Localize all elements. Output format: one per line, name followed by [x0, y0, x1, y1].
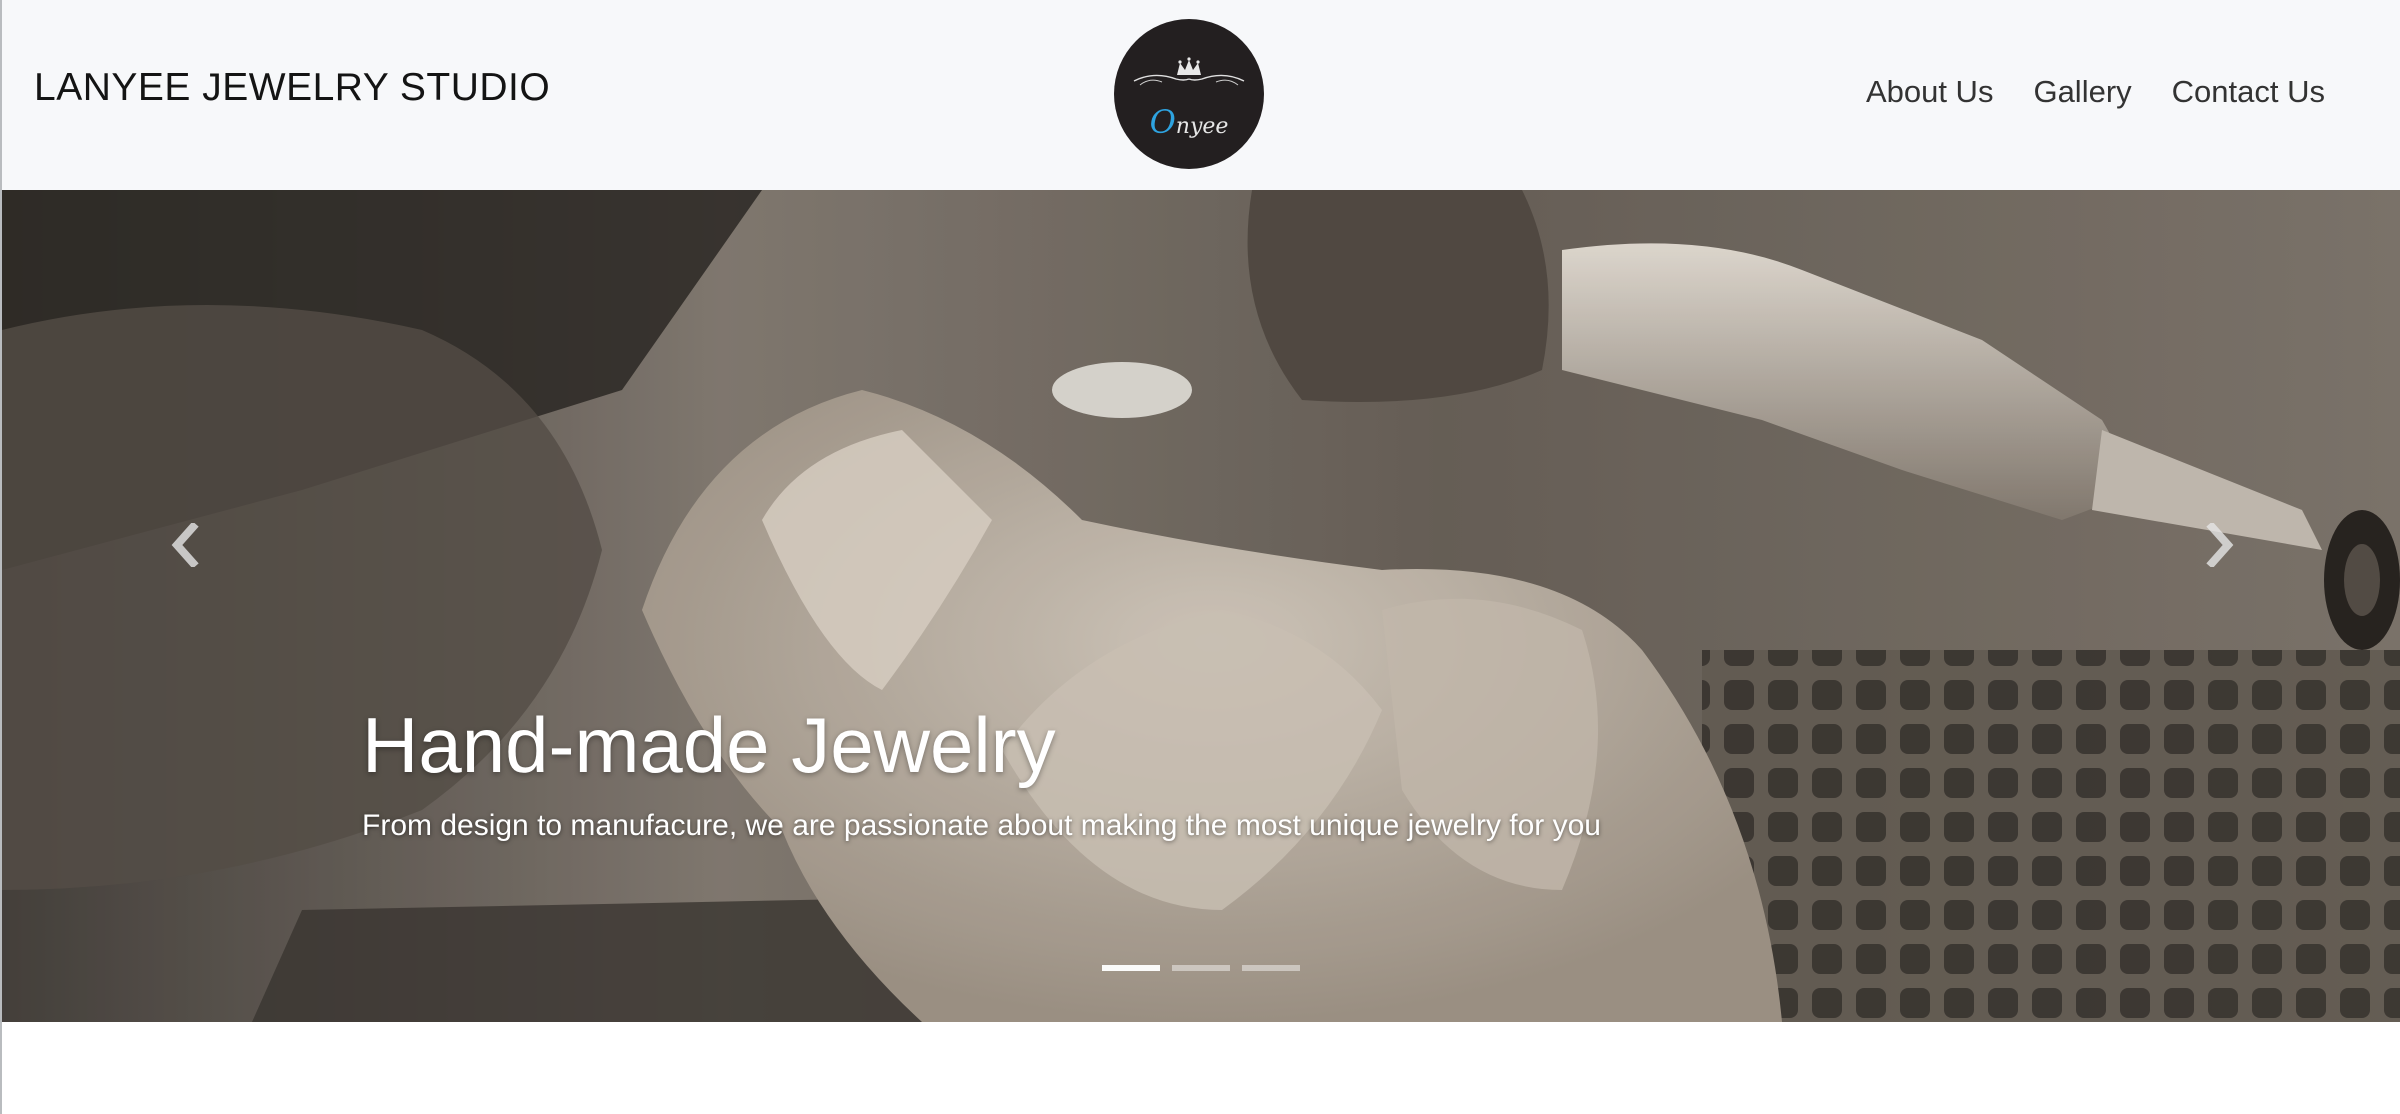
hero-carousel: Hand-made Jewelry From design to manufac…: [2, 190, 2400, 1022]
brand-link[interactable]: LANYEE JEWELRY STUDIO: [34, 66, 550, 110]
nav-link-gallery[interactable]: Gallery: [2033, 74, 2131, 110]
carousel-next-button[interactable]: [2176, 490, 2266, 600]
logo-initial: O: [1149, 103, 1176, 141]
logo[interactable]: Onyee: [1114, 19, 1264, 169]
caption-text: From design to manufacure, we are passio…: [362, 809, 1601, 842]
carousel-indicator-1[interactable]: [1102, 965, 1160, 971]
carousel-prev-button[interactable]: [139, 490, 229, 600]
carousel-caption: Hand-made Jewelry From design to manufac…: [362, 700, 1601, 843]
crown-icon: [1133, 57, 1245, 86]
page-left-border: [0, 0, 2, 1114]
navbar: LANYEE JEWELRY STUDIO Onyee About Us Gal…: [0, 0, 2400, 190]
logo-text: Onyee: [1114, 103, 1264, 141]
carousel-indicators: [1102, 965, 1300, 971]
carousel-indicator-2[interactable]: [1172, 965, 1230, 971]
nav-link-contact-us[interactable]: Contact Us: [2172, 74, 2325, 110]
carousel-indicator-3[interactable]: [1242, 965, 1300, 971]
chevron-right-icon: [2206, 523, 2234, 567]
nav-link-about-us[interactable]: About Us: [1866, 74, 1994, 110]
chevron-left-icon: [171, 523, 199, 567]
logo-text-rest: nyee: [1175, 114, 1229, 139]
nav-links: About Us Gallery Contact Us: [1866, 74, 2325, 110]
caption-title: Hand-made Jewelry: [362, 701, 1056, 789]
hero-image: [2, 190, 2400, 1022]
